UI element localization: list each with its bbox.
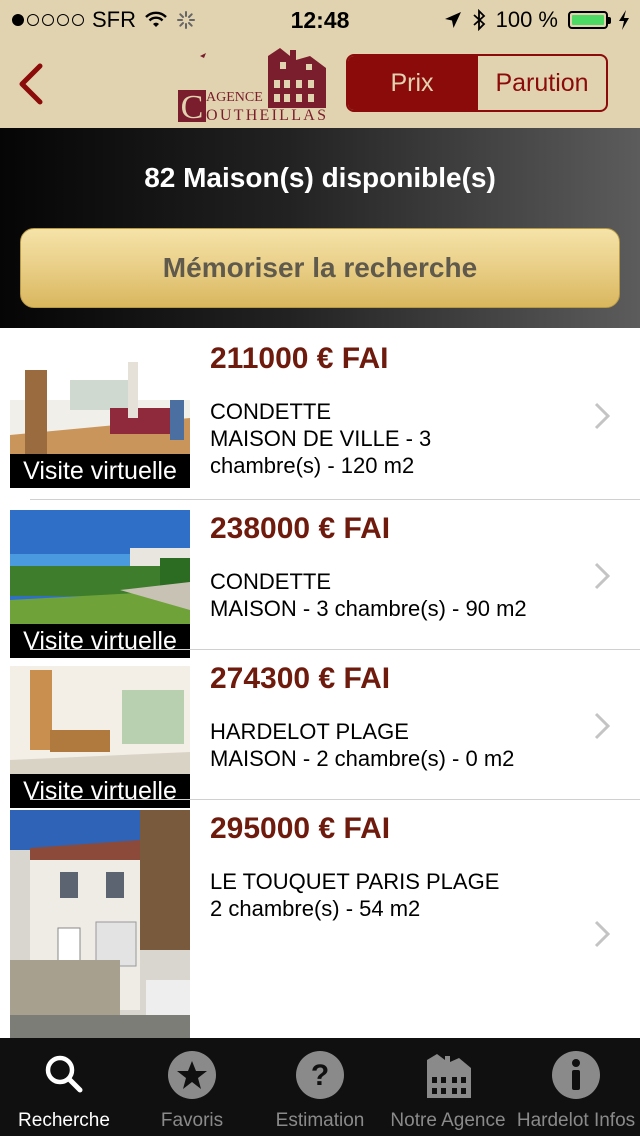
listing-line: MAISON - 3 chambre(s) - 90 m2 xyxy=(210,596,527,621)
agency-logo: C AGENCE OUTHEILLAS xyxy=(178,48,326,124)
chevron-right-icon xyxy=(594,920,610,948)
logo-line2: OUTHEILLAS xyxy=(206,107,326,124)
listing-photo: Visite virtuelle xyxy=(10,660,190,808)
tab-hardelot-infos[interactable]: Hardelot Infos xyxy=(512,1038,640,1136)
house-icon xyxy=(427,1054,471,1098)
listing-price: 211000 € FAI xyxy=(210,342,389,375)
listing-photo xyxy=(10,810,190,1038)
listing-line: HARDELOT PLAGE xyxy=(210,719,409,744)
tab-bar: Recherche Favoris ? Estimation Notre Age… xyxy=(0,1038,640,1136)
back-chevron-icon[interactable] xyxy=(12,60,52,108)
tab-recherche[interactable]: Recherche xyxy=(0,1038,128,1136)
tab-notre-agence[interactable]: Notre Agence xyxy=(384,1038,512,1136)
tab-label: Notre Agence xyxy=(390,1110,506,1131)
listing-line: MAISON - 2 chambre(s) - 0 m2 xyxy=(210,746,515,771)
tab-label: Favoris xyxy=(160,1110,224,1131)
nav-header: C AGENCE OUTHEILLAS Prix Parution xyxy=(0,40,640,128)
listing-price: 238000 € FAI xyxy=(210,512,391,545)
listing-description: CONDETTE MAISON DE VILLE - 3 chambre(s) … xyxy=(210,398,590,479)
battery-percent: 100 % xyxy=(495,7,558,32)
star-icon xyxy=(168,1051,216,1099)
listing-line: CONDETTE xyxy=(210,399,331,424)
sort-option-parution[interactable]: Parution xyxy=(476,56,606,110)
sort-segmented-control: Prix Parution xyxy=(346,54,608,112)
question-icon: ? xyxy=(296,1051,344,1099)
listing-line: CONDETTE xyxy=(210,569,331,594)
listing-row[interactable]: Visite virtuelle 274300 € FAI HARDELOT P… xyxy=(0,648,640,808)
sort-option-prix[interactable]: Prix xyxy=(348,56,476,110)
listing-list[interactable]: Visite virtuelle 211000 € FAI CONDETTE M… xyxy=(0,328,640,1038)
chevron-right-icon xyxy=(594,402,610,430)
svg-text:C: C xyxy=(181,89,204,124)
listing-price: 295000 € FAI xyxy=(210,812,391,845)
listing-row[interactable]: 295000 € FAI LE TOUQUET PARIS PLAGE 2 ch… xyxy=(0,798,640,1038)
listing-price: 274300 € FAI xyxy=(210,662,391,695)
tab-label: Estimation xyxy=(275,1110,365,1131)
logo-line1: AGENCE xyxy=(206,90,263,105)
listing-line: 2 chambre(s) - 54 m2 xyxy=(210,896,421,921)
listing-description: HARDELOT PLAGE MAISON - 2 chambre(s) - 0… xyxy=(210,718,590,772)
status-bar: SFR 12:48 100 % xyxy=(0,0,640,40)
charging-icon xyxy=(619,10,629,30)
listing-line: chambre(s) - 120 m2 xyxy=(210,453,415,478)
battery-icon xyxy=(568,11,611,29)
tab-favoris[interactable]: Favoris xyxy=(128,1038,256,1136)
listing-row[interactable]: Visite virtuelle 211000 € FAI CONDETTE M… xyxy=(0,328,640,500)
listing-line: MAISON DE VILLE - 3 xyxy=(210,426,432,451)
tab-estimation[interactable]: ? Estimation xyxy=(256,1038,384,1136)
svg-text:?: ? xyxy=(311,1059,329,1092)
chevron-right-icon xyxy=(594,712,610,740)
status-right: 100 % xyxy=(444,7,630,33)
listing-line: LE TOUQUET PARIS PLAGE xyxy=(210,869,500,894)
info-icon xyxy=(552,1051,600,1099)
listing-row[interactable]: Visite virtuelle 238000 € FAI CONDETTE M… xyxy=(0,498,640,658)
listing-photo: Visite virtuelle xyxy=(10,510,190,658)
bluetooth-icon xyxy=(473,9,485,31)
tab-label: Recherche xyxy=(18,1110,110,1131)
search-icon xyxy=(45,1055,83,1093)
virtual-tour-badge: Visite virtuelle xyxy=(10,454,190,488)
listing-description: CONDETTE MAISON - 3 chambre(s) - 90 m2 xyxy=(210,568,590,622)
location-arrow-icon xyxy=(444,12,461,28)
save-search-button[interactable]: Mémoriser la recherche xyxy=(20,228,620,308)
chevron-right-icon xyxy=(594,562,610,590)
listing-description: LE TOUQUET PARIS PLAGE 2 chambre(s) - 54… xyxy=(210,868,590,922)
listing-photo: Visite virtuelle xyxy=(10,340,190,488)
tab-label: Hardelot Infos xyxy=(516,1110,636,1131)
results-banner: 82 Maison(s) disponible(s) Mémoriser la … xyxy=(0,128,640,328)
results-count: 82 Maison(s) disponible(s) xyxy=(144,162,496,193)
